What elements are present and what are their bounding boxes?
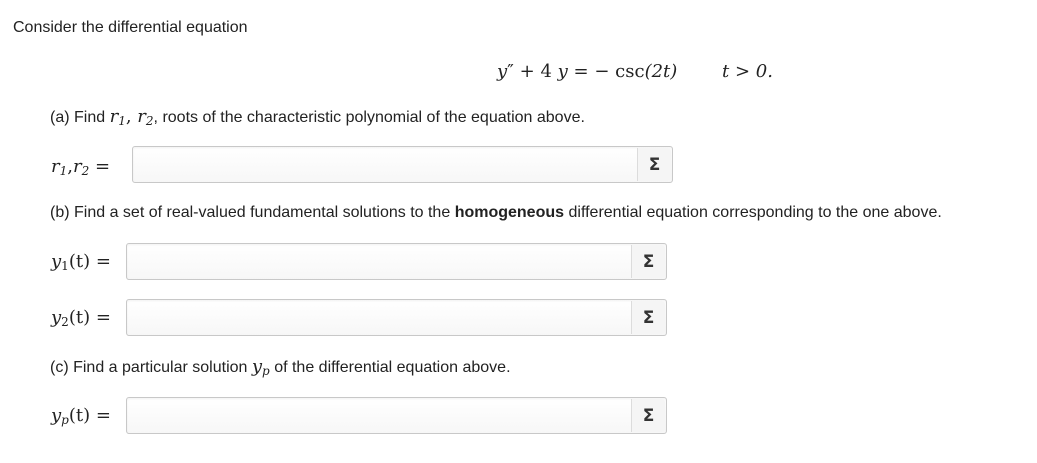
part-c-question: (c) Find a particular solution yp of the… [50, 356, 511, 378]
part-b-suffix: differential equation corresponding to t… [568, 204, 942, 221]
yp-input[interactable]: Σ [126, 397, 667, 434]
label-r1: r [51, 156, 60, 177]
part-a-question: (a) Find r1, r2, roots of the characteri… [50, 106, 585, 128]
sigma-icon: Σ [642, 251, 655, 272]
differential-equation: y″ + 4 y = − csc(2t) [497, 61, 677, 82]
part-b-bold: homogeneous [454, 204, 565, 221]
eq-arg: (2t) [644, 61, 678, 82]
r2-symbol: r [137, 106, 146, 127]
y2-subscript: 2 [61, 315, 69, 329]
label-r2: r [72, 156, 82, 177]
yp-equals: = [95, 405, 111, 426]
eq-plus: + 4 [519, 61, 552, 82]
r1-r2-input[interactable]: Σ [132, 146, 673, 183]
part-c-suffix: of the differential equation above. [274, 359, 511, 376]
eq-y: y [497, 61, 508, 82]
sigma-icon: Σ [642, 405, 655, 426]
yp-symbol: y [251, 356, 263, 377]
sigma-icon: Σ [648, 154, 661, 175]
label-r2-sub: 2 [81, 164, 90, 178]
y2-equals: = [95, 307, 111, 328]
equation-editor-button[interactable]: Σ [637, 148, 671, 181]
yp-label-symbol: y [51, 405, 62, 426]
equation-editor-button[interactable]: Σ [631, 301, 665, 334]
equation-editor-button[interactable]: Σ [631, 399, 665, 432]
part-c-prefix: (c) Find a particular solution [50, 359, 248, 376]
eq-prime: ″ [507, 61, 514, 82]
eq-equals: = − [573, 61, 610, 82]
sigma-icon: Σ [642, 307, 655, 328]
yp-subscript: p [262, 364, 270, 378]
yp-arg: (t) [68, 405, 91, 426]
y1-subscript: 1 [61, 259, 69, 273]
equation-editor-button[interactable]: Σ [631, 245, 665, 278]
label-equals: = [94, 156, 111, 177]
y2-symbol: y [51, 307, 62, 328]
y2-input[interactable]: Σ [126, 299, 667, 336]
r1-r2-label: r1,r2 = [51, 156, 110, 178]
yp-label-subscript: p [61, 413, 69, 427]
y2-arg: (t) [68, 307, 91, 328]
part-a-suffix: , roots of the characteristic polynomial… [153, 109, 585, 126]
r1-symbol: r [109, 106, 119, 127]
y1-symbol: y [51, 251, 62, 272]
part-b-prefix: (b) Find a set of real-valued fundamenta… [50, 204, 451, 221]
y1-arg: (t) [68, 251, 91, 272]
part-a-prefix: (a) Find [50, 109, 106, 126]
r2-subscript: 2 [145, 114, 154, 128]
r1-subscript: 1 [118, 114, 126, 128]
yp-label: yp(t) = [51, 405, 111, 427]
eq-csc: csc [615, 61, 645, 82]
y1-label: y1(t) = [51, 251, 111, 273]
eq-y2: y [557, 61, 568, 82]
r-comma: , [125, 106, 132, 127]
part-b-question: (b) Find a set of real-valued fundamenta… [50, 204, 942, 222]
y1-input[interactable]: Σ [126, 243, 667, 280]
y2-label: y2(t) = [51, 307, 111, 329]
intro-text: Consider the differential equation [13, 19, 248, 36]
y1-equals: = [95, 251, 111, 272]
eq-condition: t > 0. [722, 61, 773, 82]
